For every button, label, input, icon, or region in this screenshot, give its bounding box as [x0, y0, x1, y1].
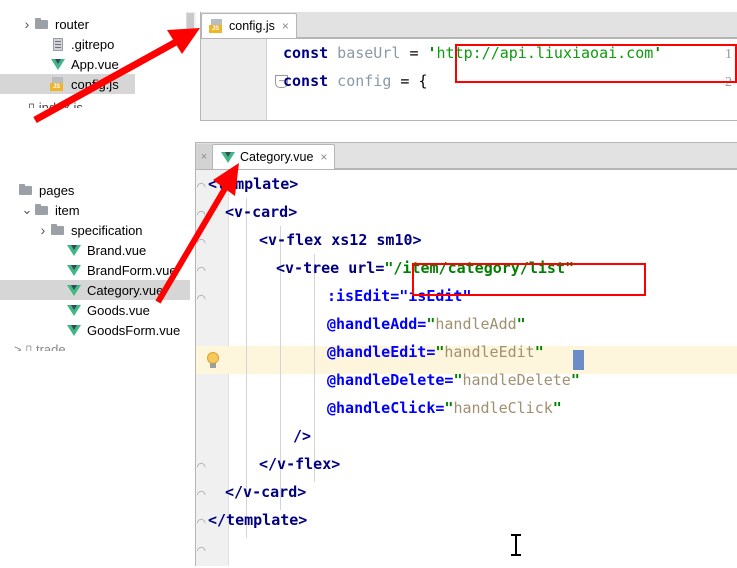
code-line[interactable]: @handleClick= " handleClick "	[196, 394, 737, 422]
code-token: const	[283, 72, 329, 90]
editor-window-category-vue: × Category.vue × <template> <v-card> <v-fl…	[195, 142, 737, 566]
code-token: "	[435, 343, 445, 361]
code-token: @handleDelete=	[327, 371, 454, 389]
vue-icon	[66, 282, 82, 298]
tree-item-goodsform-vue[interactable]: GoodsForm.vue	[0, 320, 190, 340]
code-token: handleAdd	[435, 315, 517, 333]
base-url-annotation-box	[455, 44, 737, 83]
code-token: </v-flex>	[259, 455, 341, 473]
chevron-right-icon[interactable]: ›	[36, 222, 50, 238]
code-token: const	[283, 44, 329, 62]
code-line[interactable]: @handleAdd= " handleAdd "	[196, 310, 737, 338]
code-token: "	[552, 399, 562, 417]
code-token: = {	[400, 72, 428, 90]
folder-icon	[18, 182, 34, 198]
code-token: />	[293, 427, 312, 445]
code-token: </template>	[208, 511, 308, 529]
code-token: "	[570, 371, 580, 389]
code-token: handleDelete	[462, 371, 571, 389]
fold-bracket[interactable]: ⌒	[197, 514, 205, 530]
code-token: :isEdit=	[327, 287, 400, 305]
tree-item-label: Brand.vue	[87, 242, 147, 258]
code-token: <v-flex xs12 sm10>	[259, 231, 422, 249]
folder-icon	[50, 222, 66, 238]
arrow-to-category-tab	[155, 163, 239, 304]
tree-item-label: GoodsForm.vue	[87, 322, 181, 338]
tabbar-empty-space-top	[296, 37, 737, 38]
code-token: config	[328, 72, 401, 90]
code-line[interactable]: </v-flex>	[196, 450, 737, 478]
code-token: @handleAdd=	[327, 315, 427, 333]
text-ibeam-cursor	[511, 534, 521, 556]
js-file-icon	[209, 18, 225, 34]
code-token: =	[409, 44, 428, 62]
chevron-down-icon[interactable]: ⌄	[20, 203, 34, 216]
code-token: "	[426, 315, 436, 333]
vue-icon	[66, 322, 82, 338]
tab-config-js[interactable]: config.js ×	[201, 13, 297, 38]
code-token: "	[444, 399, 454, 417]
tree-item-label: pages	[39, 182, 75, 198]
fold-bracket[interactable]: ⌒	[197, 542, 205, 558]
code-area-category-vue[interactable]: <template> <v-card> <v-flex xs12 sm10> <v-t…	[196, 170, 737, 566]
folder-icon	[34, 202, 50, 218]
code-line[interactable]: <v-flex xs12 sm10>	[196, 226, 737, 254]
tree-row-clipped-bottom: > ▯ trade	[14, 342, 66, 351]
tabbar-empty-space-bottom	[335, 168, 737, 169]
text-selection-block	[573, 350, 584, 370]
code-token: "	[534, 343, 544, 361]
code-line[interactable]: />	[196, 422, 737, 450]
fold-bracket[interactable]: ⌒	[197, 458, 205, 474]
tab-label: config.js	[229, 19, 275, 33]
code-line[interactable]: <template>	[196, 170, 737, 198]
close-icon[interactable]: ×	[282, 19, 289, 33]
arrow-to-config-tab	[33, 28, 200, 124]
code-token: @handleEdit=	[327, 343, 436, 361]
vue-icon	[66, 262, 82, 278]
code-line[interactable]: <v-card>	[196, 198, 737, 226]
vue-icon	[66, 302, 82, 318]
code-token: '	[427, 44, 437, 62]
fold-bracket[interactable]: ⌒	[197, 486, 205, 502]
code-token: "	[516, 315, 526, 333]
tree-url-annotation-box	[412, 263, 646, 296]
code-line[interactable]: </template>	[196, 506, 737, 534]
code-line[interactable]: @handleDelete= " handleDelete "	[196, 366, 737, 394]
code-token: </v-card>	[225, 483, 307, 501]
vue-icon	[66, 242, 82, 258]
code-token: handleClick	[453, 399, 553, 417]
code-token: baseUrl	[328, 44, 410, 62]
code-token: @handleClick=	[327, 399, 445, 417]
code-line[interactable]: @handleEdit= " handleEdit "	[196, 338, 737, 366]
tabbar-bottom: × Category.vue ×	[196, 143, 737, 170]
tabbar-top: config.js ×	[201, 12, 737, 39]
tree-item-label: item	[55, 202, 80, 218]
tree-item-label: specification	[71, 222, 143, 238]
code-token: handleEdit	[444, 343, 535, 361]
code-token: "	[453, 371, 463, 389]
close-icon[interactable]: ×	[320, 150, 327, 164]
code-token: <v-tree url=	[276, 259, 385, 277]
code-line[interactable]: </v-card>	[196, 478, 737, 506]
